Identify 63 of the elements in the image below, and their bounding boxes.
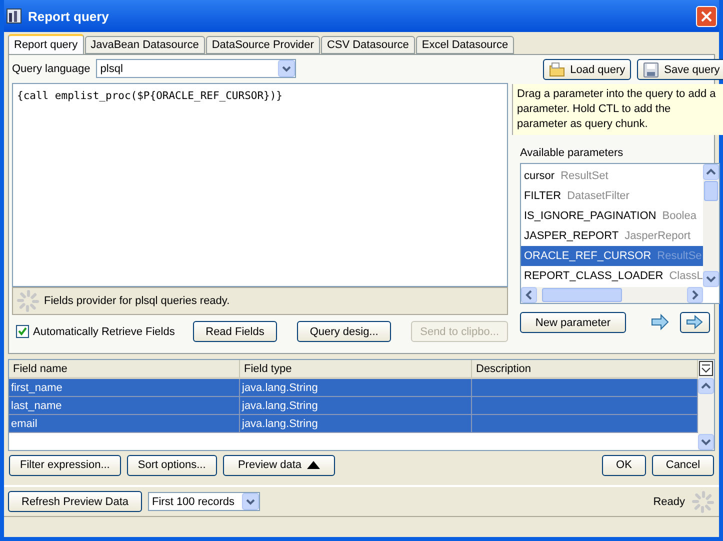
- refresh-preview-button[interactable]: Refresh Preview Data: [8, 491, 142, 512]
- table-cell: email: [9, 415, 240, 433]
- parameter-item[interactable]: ORACLE_REF_CURSOR ResultSe: [521, 246, 703, 266]
- tab[interactable]: Excel Datasource: [416, 36, 514, 54]
- horizontal-scrollbar[interactable]: [521, 287, 703, 303]
- export-button[interactable]: [680, 312, 710, 333]
- checkbox-label: Automatically Retrieve Fields: [33, 326, 175, 338]
- action-button[interactable]: Query desig...: [297, 321, 392, 342]
- scroll-left-icon[interactable]: [521, 287, 537, 303]
- table-option-button[interactable]: Filter expression...: [9, 454, 121, 476]
- parameter-item[interactable]: JASPER_REPORT JasperReport: [521, 226, 703, 246]
- spinner-icon: [16, 289, 40, 313]
- hint-text: Drag a parameter into the query to add a parameter. Hold CTL to add the parameter as query chunk.: [512, 84, 723, 135]
- close-icon: [701, 10, 712, 22]
- dialog-button[interactable]: OK: [602, 454, 646, 476]
- preview-data-button[interactable]: Preview data: [222, 454, 335, 476]
- vertical-scrollbar[interactable]: [702, 164, 719, 287]
- table-cell: java.lang.String: [240, 415, 472, 433]
- parameters-title: Available parameters: [520, 147, 624, 159]
- dialog-button[interactable]: Cancel: [652, 454, 714, 476]
- parameter-item[interactable]: IS_IGNORE_PAGINATION Boolea: [521, 206, 703, 226]
- query-editor[interactable]: {call emplist_proc($P{ORACLE_REF_CURSOR})}: [12, 83, 508, 287]
- action-button[interactable]: Read Fields: [192, 321, 278, 342]
- parameter-item[interactable]: FILTER DatasetFilter: [521, 186, 703, 206]
- tab[interactable]: JavaBean Datasource: [84, 36, 205, 54]
- status-text: Fields provider for plsql queries ready.: [44, 295, 230, 307]
- tab[interactable]: CSV Datasource: [320, 36, 415, 54]
- window-title: Report query: [28, 8, 110, 24]
- table-row[interactable]: email java.lang.String: [9, 415, 698, 433]
- query-language-select[interactable]: plsql: [96, 59, 296, 78]
- tab[interactable]: DataSource Provider: [206, 36, 320, 54]
- folder-icon: [549, 62, 566, 78]
- scroll-down-icon[interactable]: [702, 271, 719, 287]
- parameter-item[interactable]: REPORT_CLASS_LOADER ClassL: [521, 266, 703, 286]
- export-arrow-icon: [686, 314, 704, 330]
- table-row[interactable]: last_name java.lang.String: [9, 397, 698, 415]
- scroll-right-icon[interactable]: [686, 287, 703, 303]
- checkbox[interactable]: [16, 325, 29, 338]
- query-language-label: Query language: [12, 62, 90, 74]
- close-button[interactable]: [696, 6, 717, 26]
- tab[interactable]: Report query: [8, 34, 84, 54]
- column-header[interactable]: Field type: [240, 360, 472, 379]
- scroll-up-icon[interactable]: [702, 164, 719, 180]
- scroll-thumb[interactable]: [704, 180, 718, 200]
- table-row[interactable]: first_name java.lang.String: [9, 379, 698, 397]
- parameter-item[interactable]: cursor ResultSet: [521, 166, 703, 186]
- scroll-up-icon[interactable]: [698, 378, 714, 394]
- column-chooser-icon[interactable]: [698, 360, 714, 378]
- new-parameter-button[interactable]: New parameter: [520, 312, 626, 333]
- column-header[interactable]: Description: [472, 360, 698, 379]
- vertical-scrollbar[interactable]: [698, 360, 714, 450]
- scroll-down-icon[interactable]: [698, 434, 714, 450]
- table-option-button[interactable]: Sort options...: [126, 454, 217, 476]
- query-button[interactable]: Save query: [637, 59, 723, 80]
- check-icon: [18, 327, 27, 336]
- app-icon: [6, 8, 22, 24]
- records-select[interactable]: First 100 records: [148, 492, 260, 511]
- column-header[interactable]: Field name: [9, 360, 240, 379]
- triangle-up-icon: [306, 461, 320, 469]
- scroll-thumb[interactable]: [542, 288, 622, 302]
- preview-status: Ready: [653, 496, 685, 508]
- query-button[interactable]: Load query: [543, 59, 632, 80]
- spinner-icon: [691, 490, 715, 514]
